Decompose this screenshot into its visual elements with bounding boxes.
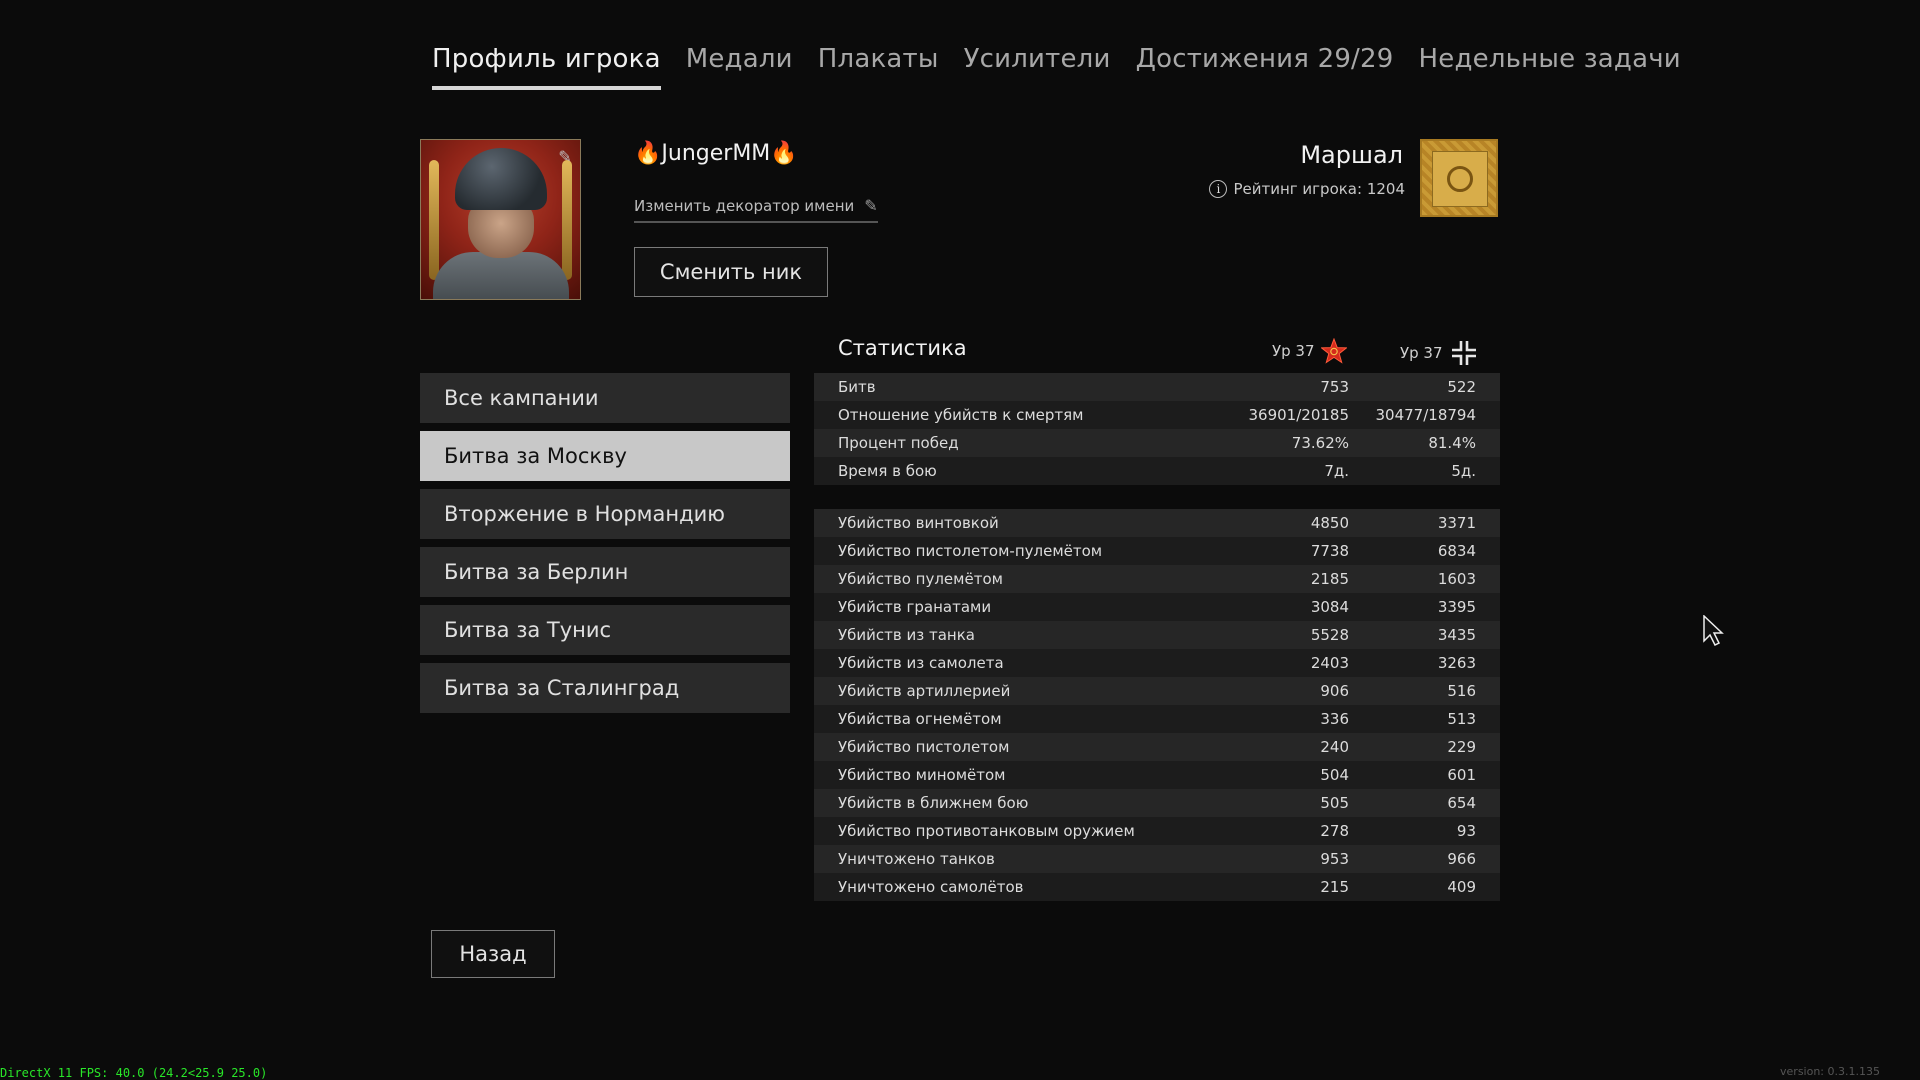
table-row: Убийство винтовкой 4850 3371 [814, 509, 1500, 537]
table-row: Время в бою 7д. 5д. [814, 457, 1500, 485]
table-row: Отношение убийств к смертям 36901/20185 30… [814, 401, 1500, 429]
back-button[interactable]: Назад [431, 930, 555, 978]
table-row: Убийство пулемётом 2185 1603 [814, 565, 1500, 593]
campaign-stalingrad[interactable]: Битва за Сталинград [420, 663, 790, 713]
table-row: Убийство противотанковым оружием 278 93 [814, 817, 1500, 845]
campaign-berlin[interactable]: Битва за Берлин [420, 547, 790, 597]
axis-level-label: Ур 37 [1400, 344, 1443, 362]
pencil-icon[interactable]: ✎ [556, 148, 574, 166]
tab-medals[interactable]: Медали [686, 44, 793, 90]
laurel-left [429, 160, 439, 280]
table-row: Убийств из самолета 2403 3263 [814, 649, 1500, 677]
allies-level: Ур 37 [1272, 338, 1347, 364]
table-row: Убийство миномётом 504 601 [814, 761, 1500, 789]
decorator-label: Изменить декоратор имени [634, 196, 855, 215]
tab-boosters[interactable]: Усилители [964, 44, 1111, 90]
stats-title: Статистика [838, 336, 967, 360]
stats-summary-table: Битв 753 522 Отношение убийств к смертям 36… [814, 373, 1500, 485]
red-star-icon [1320, 338, 1347, 364]
campaign-all[interactable]: Все кампании [420, 373, 790, 423]
change-nick-button[interactable]: Сменить ник [634, 247, 828, 297]
campaign-tunisia[interactable]: Битва за Тунис [420, 605, 790, 655]
table-row: Процент побед 73.62% 81.4% [814, 429, 1500, 457]
version-label: version: 0.3.1.135 [1780, 1065, 1880, 1078]
pencil-icon: ✎ [864, 196, 878, 215]
avatar-helmet [455, 148, 547, 210]
tab-posters[interactable]: Плакаты [818, 44, 939, 90]
table-row: Убийства огнемётом 336 513 [814, 705, 1500, 733]
top-tabs: Профиль игрока Медали Плакаты Усилители … [432, 44, 1681, 90]
table-row: Убийство пистолетом-пулемётом 7738 6834 [814, 537, 1500, 565]
axis-level: Ур 37 [1400, 338, 1479, 368]
table-row: Убийств гранатами 3084 3395 [814, 593, 1500, 621]
player-nickname: 🔥JungerMM🔥 [634, 141, 798, 166]
tab-player-profile[interactable]: Профиль игрока [432, 44, 661, 90]
avatar-uniform [433, 252, 569, 299]
rank-badge-icon [1420, 139, 1498, 217]
table-row: Уничтожено самолётов 215 409 [814, 873, 1500, 901]
stats-kills-table: Убийство винтовкой 4850 3371 Убийство пист… [814, 509, 1500, 901]
table-row: Убийств из танка 5528 3435 [814, 621, 1500, 649]
fps-counter: DirectX 11 FPS: 40.0 (24.2<25.9 25.0) [0, 1066, 268, 1080]
table-row: Убийство пистолетом 240 229 [814, 733, 1500, 761]
campaign-normandy[interactable]: Вторжение в Нормандию [420, 489, 790, 539]
campaign-list: Все кампании Битва за Москву Вторжение в… [420, 373, 790, 721]
rank-title: Маршал [1300, 141, 1403, 169]
table-row: Убийств артиллерией 906 516 [814, 677, 1500, 705]
player-rating: i Рейтинг игрока: 1204 [1209, 180, 1405, 198]
rating-label: Рейтинг игрока: 1204 [1233, 180, 1405, 198]
campaign-moscow[interactable]: Битва за Москву [420, 431, 790, 481]
laurel-right [562, 160, 572, 280]
tab-achievements[interactable]: Достижения 29/29 [1136, 44, 1394, 90]
info-icon[interactable]: i [1209, 180, 1228, 198]
iron-cross-icon [1451, 341, 1476, 365]
table-row: Уничтожено танков 953 966 [814, 845, 1500, 873]
allies-level-label: Ур 37 [1272, 342, 1315, 360]
change-name-decorator-link[interactable]: Изменить декоратор имени ✎ [634, 196, 878, 223]
table-row: Битв 753 522 [814, 373, 1500, 401]
mouse-cursor-icon [1703, 615, 1724, 647]
table-row: Убийств в ближнем бою 505 654 [814, 789, 1500, 817]
tab-weekly-tasks[interactable]: Недельные задачи [1419, 44, 1681, 90]
player-avatar[interactable]: ✎ [420, 139, 581, 300]
